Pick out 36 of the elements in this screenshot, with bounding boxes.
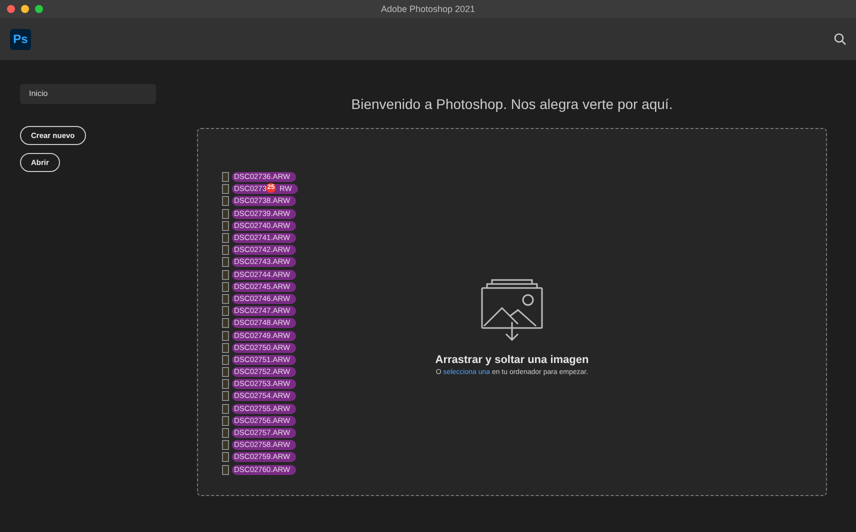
zoom-button[interactable]	[35, 5, 43, 13]
file-icon	[222, 257, 229, 268]
file-icon	[222, 270, 229, 280]
drop-zone[interactable]	[197, 128, 827, 496]
file-icon	[222, 416, 229, 426]
file-icon	[222, 440, 229, 450]
file-icon	[222, 233, 229, 244]
drop-heading: Arrastrar y soltar una imagen	[435, 354, 589, 366]
close-button[interactable]	[7, 5, 15, 13]
search-icon[interactable]	[834, 33, 846, 45]
file-icon	[222, 196, 229, 206]
file-icon	[222, 342, 229, 353]
window-title: Adobe Photoshop 2021	[380, 4, 476, 14]
file-icon	[222, 172, 229, 182]
welcome-heading: Bienvenido a Photoshop. Nos alegra verte por aquí.	[350, 96, 674, 112]
file-icon	[222, 354, 229, 365]
file-icon	[222, 208, 229, 219]
file-icon	[222, 306, 229, 316]
file-icon	[222, 367, 229, 378]
file-icon	[222, 294, 229, 304]
file-icon	[222, 379, 229, 390]
file-icon	[222, 245, 229, 256]
file-icon	[222, 404, 229, 414]
app-logo: Ps	[10, 28, 31, 50]
file-icon	[222, 282, 229, 292]
file-icon	[222, 428, 229, 438]
file-icon	[222, 464, 229, 475]
minimize-button[interactable]	[21, 5, 29, 13]
file-icon	[222, 330, 229, 341]
image-drop-icon	[480, 278, 544, 344]
file-icon	[222, 220, 229, 231]
nav-item[interactable]: Inicio	[20, 84, 156, 104]
file-icon	[222, 391, 229, 402]
file-icon	[222, 184, 229, 194]
file-icon	[222, 318, 229, 328]
file-icon	[222, 452, 229, 462]
